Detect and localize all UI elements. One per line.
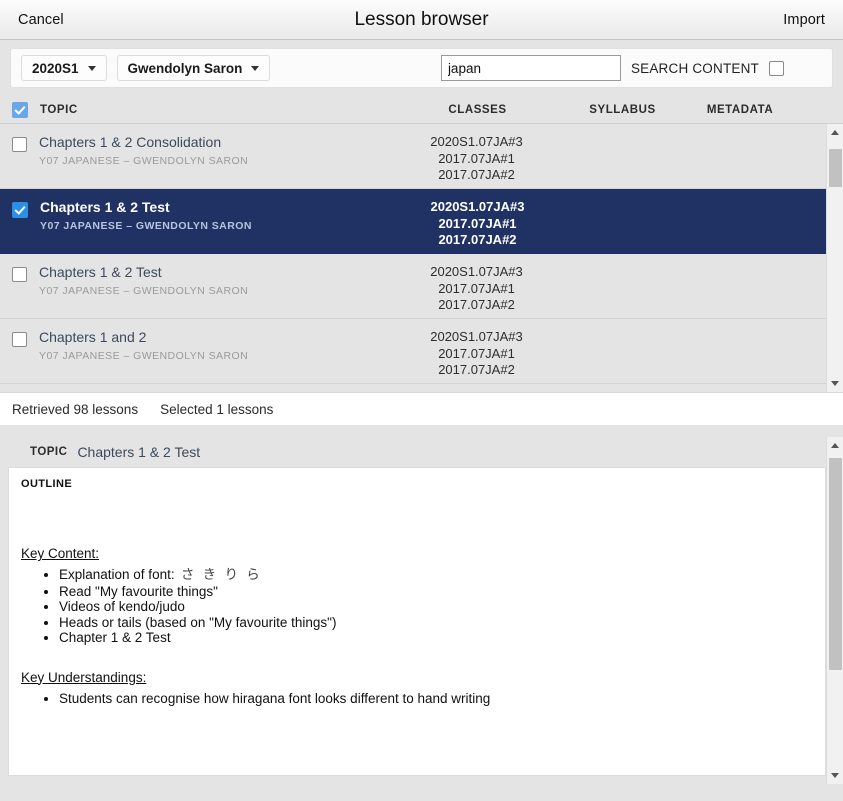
column-header-metadata[interactable]: METADATA [680, 104, 800, 116]
row-topic-title: Chapters 1 & 2 Test [40, 199, 170, 215]
column-header-syllabus[interactable]: SYLLABUS [565, 104, 680, 116]
row-checkbox[interactable] [12, 137, 27, 152]
retrieved-count-label: Retrieved 98 lessons [12, 401, 139, 417]
filter-bar-container: 2020S1 Gwendolyn Saron SEARCH CONTENT [0, 40, 843, 96]
table-row[interactable]: Chapters 1 & 2 Test Y07 JAPANESE – GWENDO… [0, 254, 826, 319]
row-topic-title: Chapters 1 & 2 Test [39, 264, 162, 280]
key-understandings-heading: Key Understandings: [21, 669, 147, 685]
row-class-code: 2017.07JA#1 [438, 280, 515, 296]
detail-topic-header: TOPIC Chapters 1 & 2 Test [0, 437, 826, 467]
row-topic-subtitle: Y07 JAPANESE – GWENDOLYN SARON [39, 285, 249, 297]
chevron-down-icon [87, 65, 96, 71]
row-class-code: 2017.07JA#2 [438, 167, 515, 182]
table-row[interactable]: Chapters 1 & 2 Consolidation Y07 JAPANESE… [0, 124, 826, 189]
outline-spacer [21, 490, 813, 546]
scroll-down-arrow-icon[interactable] [827, 375, 843, 392]
row-class-code: 2017.07JA#1 [438, 345, 515, 361]
key-understandings-list: Students can recognise how hiragana font… [21, 691, 813, 707]
table-row[interactable]: Chapters 1 & 2 Test Y07 JAPANESE – GWENDO… [0, 189, 826, 254]
key-content-item: Read "My favourite things" [59, 584, 813, 600]
key-content-item: Videos of kendo/judo [59, 599, 813, 615]
row-class-code: 2017.07JA#2 [438, 232, 517, 247]
row-class-code: 2017.07JA#1 [438, 215, 517, 231]
row-class-code: 2020S1.07JA#3 [430, 329, 523, 344]
row-class-code: 2017.07JA#1 [438, 150, 515, 166]
row-topic-title: Chapters 1 & 2 Consolidation [39, 134, 222, 150]
key-content-item: Heads or tails (based on "My favourite t… [59, 615, 813, 631]
import-button[interactable]: Import [783, 12, 825, 28]
table-header: TOPIC CLASSES SYLLABUS METADATA [0, 96, 843, 124]
detail-topic-label: TOPIC [30, 446, 68, 458]
select-all-checkbox[interactable] [12, 101, 28, 118]
key-content-list: Explanation of font: さ き り らRead "My fav… [21, 567, 813, 646]
cancel-button[interactable]: Cancel [18, 12, 64, 28]
row-topic-subtitle: Y07 JAPANESE – GWENDOLYN SARON [39, 155, 249, 167]
scroll-up-arrow-icon[interactable] [827, 124, 843, 141]
scrollbar-track[interactable] [827, 454, 843, 767]
search-content-label: SEARCH CONTENT [630, 60, 759, 76]
column-header-topic[interactable]: TOPIC [28, 104, 390, 116]
teacher-dropdown-label: Gwendolyn Saron [127, 60, 243, 76]
detail-panel-inner: TOPIC Chapters 1 & 2 Test OUTLINE Key Co… [0, 437, 826, 784]
key-content-item: Chapter 1 & 2 Test [59, 630, 813, 646]
scrollbar-thumb[interactable] [828, 149, 842, 187]
row-topic-cell: Chapters 1 and 2 Y07 JAPANESE – GWENDOLYN… [27, 329, 389, 363]
column-header-classes[interactable]: CLASSES [390, 104, 565, 116]
scrollbar-thumb[interactable] [828, 458, 842, 670]
lesson-list: Chapters 1 & 2 Consolidation Y07 JAPANESE… [0, 124, 826, 392]
detail-panel-scrollbar[interactable] [826, 437, 843, 784]
page-title: Lesson browser [354, 8, 489, 30]
table-row[interactable]: Chapters 1 and 2 Y07 JAPANESE – GWENDOLYN… [0, 319, 826, 384]
row-topic-subtitle: Y07 JAPANESE – GWENDOLYN SARON [39, 350, 249, 362]
term-dropdown[interactable]: 2020S1 [21, 55, 107, 81]
detail-gap [0, 425, 843, 437]
row-checkbox[interactable] [12, 202, 28, 218]
row-class-code: 2020S1.07JA#3 [430, 134, 523, 149]
scroll-down-arrow-icon[interactable] [827, 767, 843, 784]
selected-count-label: Selected 1 lessons [160, 401, 274, 417]
japanese-text: さ き り ら [174, 567, 262, 583]
row-checkbox[interactable] [12, 332, 27, 347]
search-input[interactable] [440, 55, 621, 81]
status-bar: Retrieved 98 lessons Selected 1 lessons [0, 392, 843, 425]
row-topic-title: Chapters 1 and 2 [39, 329, 147, 345]
row-class-code: 2020S1.07JA#3 [430, 264, 523, 279]
key-content-heading: Key Content: [21, 546, 100, 561]
row-topic-cell: Chapters 1 & 2 Test Y07 JAPANESE – GWENDO… [27, 264, 389, 298]
chevron-down-icon [251, 65, 260, 71]
title-bar: Cancel Lesson browser Import [0, 0, 843, 40]
search-content-checkbox[interactable] [769, 60, 784, 76]
row-checkbox[interactable] [12, 267, 27, 282]
row-classes-cell: 2020S1.07JA#3 2017.07JA#1 2017.07JA#2 [389, 134, 564, 184]
lesson-list-container: Chapters 1 & 2 Consolidation Y07 JAPANESE… [0, 124, 843, 392]
row-topic-cell: Chapters 1 & 2 Test Y07 JAPANESE – GWENDO… [28, 199, 390, 233]
detail-topic-value: Chapters 1 & 2 Test [77, 444, 201, 460]
row-classes-cell: 2020S1.07JA#3 2017.07JA#1 2017.07JA#2 [389, 264, 564, 314]
row-class-code: 2020S1.07JA#3 [430, 199, 525, 214]
detail-panel: TOPIC Chapters 1 & 2 Test OUTLINE Key Co… [0, 437, 843, 784]
filter-bar: 2020S1 Gwendolyn Saron SEARCH CONTENT [10, 48, 833, 88]
term-dropdown-label: 2020S1 [32, 60, 79, 76]
scroll-up-arrow-icon[interactable] [827, 437, 843, 454]
lesson-list-scrollbar[interactable] [826, 124, 843, 392]
row-topic-subtitle: Y07 JAPANESE – GWENDOLYN SARON [40, 220, 252, 232]
outline-label: OUTLINE [21, 478, 73, 490]
search-content-group: SEARCH CONTENT [630, 60, 784, 76]
row-class-code: 2017.07JA#2 [438, 362, 515, 377]
scrollbar-track[interactable] [827, 141, 843, 375]
key-understanding-item: Students can recognise how hiragana font… [59, 691, 813, 707]
lesson-outline-document[interactable]: OUTLINE Key Content: Explanation of font… [8, 467, 826, 776]
key-content-item: Explanation of font: さ き り ら [59, 567, 813, 584]
row-classes-cell: 2020S1.07JA#3 2017.07JA#1 2017.07JA#2 [390, 199, 565, 249]
row-topic-cell: Chapters 1 & 2 Consolidation Y07 JAPANESE… [27, 134, 389, 168]
row-class-code: 2017.07JA#2 [438, 297, 515, 312]
row-classes-cell: 2020S1.07JA#3 2017.07JA#1 2017.07JA#2 [389, 329, 564, 379]
teacher-dropdown[interactable]: Gwendolyn Saron [116, 55, 271, 81]
